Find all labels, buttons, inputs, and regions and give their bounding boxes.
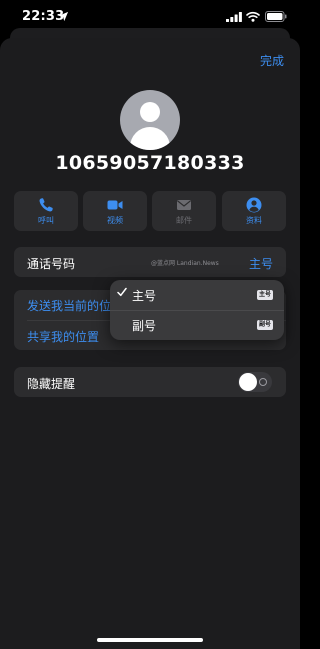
checkmark-icon <box>117 287 127 297</box>
phone-icon <box>39 198 53 212</box>
info-button[interactable]: 资料 <box>222 191 286 231</box>
send-current-location-button[interactable]: 发送我当前的位置 <box>27 297 123 314</box>
hide-alerts-toggle[interactable] <box>238 372 272 392</box>
menu-option-secondary[interactable]: 副号 副号 <box>110 310 284 340</box>
line-select-menu: 主号 主号 副号 副号 <box>110 280 284 340</box>
mail-label: 邮件 <box>176 216 192 225</box>
phone-line-row[interactable]: 通话号码 @蓝点网 Landian.News 主号 <box>14 247 286 277</box>
call-label: 呼叫 <box>38 216 54 225</box>
action-buttons: 呼叫 视频 邮件 资料 <box>14 191 286 231</box>
menu-option-label: 副号 <box>132 319 157 333</box>
location-arrow-icon <box>58 11 69 22</box>
done-button[interactable]: 完成 <box>260 52 284 69</box>
menu-option-primary[interactable]: 主号 主号 <box>110 280 284 310</box>
video-label: 视频 <box>107 216 123 225</box>
mail-icon <box>177 200 191 210</box>
share-location-button[interactable]: 共享我的位置 <box>27 328 99 345</box>
person-circle-icon <box>246 197 262 213</box>
line-badge: 主号 <box>256 290 273 300</box>
avatar-icon <box>120 90 180 150</box>
contact-info-sheet: 完成 10659057180333 呼叫 视频 邮件 资料 通话号码 @蓝点网 … <box>0 38 300 649</box>
video-button[interactable]: 视频 <box>83 191 147 231</box>
call-button[interactable]: 呼叫 <box>14 191 78 231</box>
info-label: 资料 <box>246 216 262 225</box>
phone-line-label: 通话号码 <box>27 257 76 271</box>
contact-number: 10659057180333 <box>55 152 245 174</box>
toggle-knob <box>239 373 257 391</box>
phone-line-value[interactable]: 主号 <box>249 255 273 272</box>
menu-option-label: 主号 <box>132 289 157 303</box>
line-badge: 副号 <box>256 320 273 330</box>
cellular-signal-icon <box>226 12 242 22</box>
mail-button[interactable]: 邮件 <box>152 191 216 231</box>
wifi-icon <box>246 11 260 22</box>
hide-alerts-label: 隐藏提醒 <box>27 377 76 391</box>
toggle-off-indicator-icon <box>259 378 267 386</box>
battery-icon <box>265 11 287 22</box>
video-icon <box>107 200 123 210</box>
home-indicator[interactable] <box>97 638 203 642</box>
hide-alerts-row: 隐藏提醒 <box>14 367 286 397</box>
watermark: @蓝点网 Landian.News <box>151 260 219 267</box>
